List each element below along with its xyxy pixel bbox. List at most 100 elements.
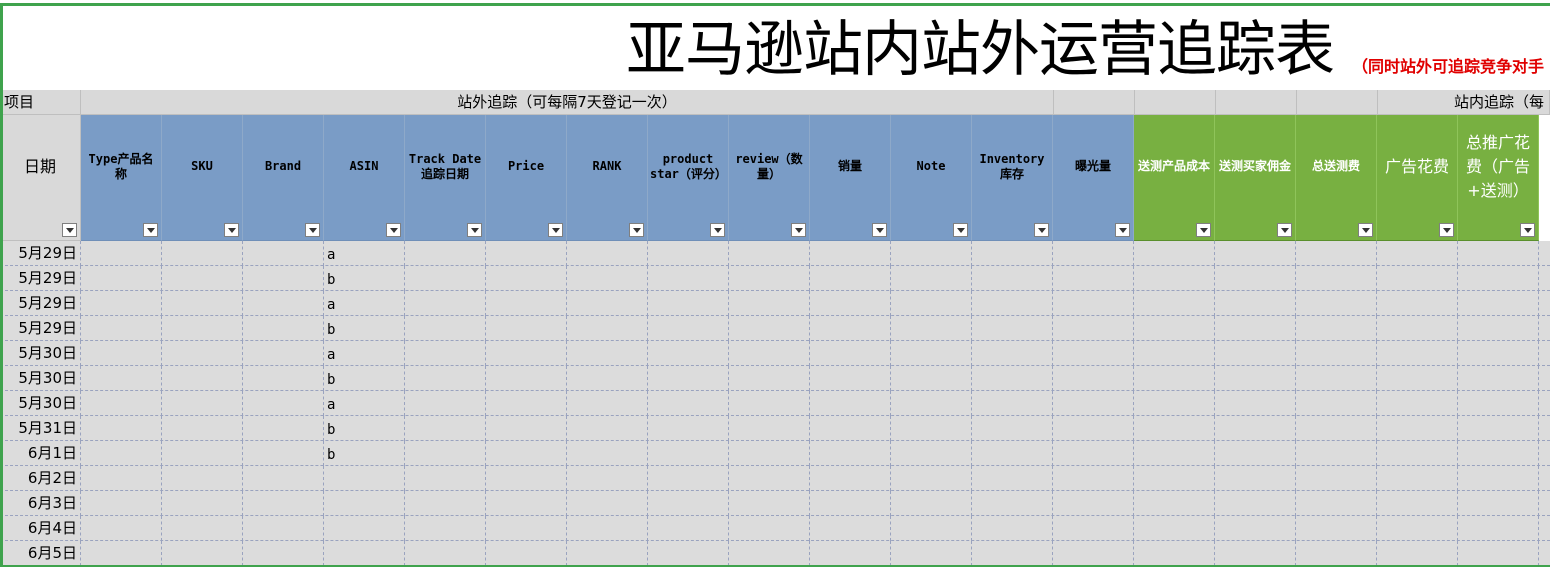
empty-cell[interactable] [405, 491, 486, 516]
empty-cell[interactable] [486, 366, 567, 391]
empty-cell[interactable] [405, 516, 486, 541]
empty-cell[interactable] [1296, 541, 1377, 566]
empty-cell[interactable] [729, 266, 810, 291]
empty-cell[interactable] [1296, 266, 1377, 291]
empty-cell[interactable] [567, 391, 648, 416]
asin-cell[interactable]: a [324, 241, 405, 266]
empty-cell[interactable] [81, 266, 162, 291]
filter-dropdown-icon[interactable] [548, 223, 563, 237]
empty-cell[interactable] [81, 516, 162, 541]
empty-cell[interactable] [1134, 491, 1215, 516]
empty-cell[interactable] [891, 441, 972, 466]
asin-cell[interactable]: b [324, 316, 405, 341]
empty-cell[interactable] [1053, 516, 1134, 541]
section-header-cell[interactable] [1135, 90, 1216, 115]
empty-cell[interactable] [1053, 491, 1134, 516]
empty-cell[interactable] [1377, 391, 1458, 416]
empty-cell[interactable] [243, 491, 324, 516]
empty-cell[interactable] [486, 316, 567, 341]
empty-cell[interactable] [972, 491, 1053, 516]
empty-cell[interactable] [162, 441, 243, 466]
empty-cell[interactable] [648, 291, 729, 316]
empty-cell[interactable] [1215, 266, 1296, 291]
empty-cell[interactable] [1215, 316, 1296, 341]
empty-cell[interactable] [162, 416, 243, 441]
column-header[interactable]: 日期 [0, 115, 81, 241]
empty-cell[interactable] [1134, 291, 1215, 316]
empty-cell[interactable] [810, 516, 891, 541]
section-header-cell[interactable] [1054, 90, 1135, 115]
empty-cell[interactable] [648, 516, 729, 541]
empty-cell[interactable] [1539, 316, 1550, 341]
empty-cell[interactable] [1296, 441, 1377, 466]
empty-cell[interactable] [486, 541, 567, 566]
empty-cell[interactable] [1053, 341, 1134, 366]
empty-cell[interactable] [243, 291, 324, 316]
empty-cell[interactable] [972, 416, 1053, 441]
filter-dropdown-icon[interactable] [953, 223, 968, 237]
empty-cell[interactable] [162, 391, 243, 416]
empty-cell[interactable] [972, 541, 1053, 566]
empty-cell[interactable] [1215, 541, 1296, 566]
empty-cell[interactable] [1296, 466, 1377, 491]
empty-cell[interactable] [1539, 441, 1550, 466]
date-cell[interactable]: 5月30日 [0, 366, 81, 391]
filter-dropdown-icon[interactable] [386, 223, 401, 237]
empty-cell[interactable] [972, 516, 1053, 541]
empty-cell[interactable] [81, 291, 162, 316]
date-cell[interactable]: 6月3日 [0, 491, 81, 516]
empty-cell[interactable] [1134, 541, 1215, 566]
empty-cell[interactable] [1539, 341, 1550, 366]
empty-cell[interactable] [810, 341, 891, 366]
empty-cell[interactable] [1458, 466, 1539, 491]
empty-cell[interactable] [972, 341, 1053, 366]
empty-cell[interactable] [243, 241, 324, 266]
empty-cell[interactable] [81, 441, 162, 466]
empty-cell[interactable] [1053, 391, 1134, 416]
empty-cell[interactable] [810, 316, 891, 341]
empty-cell[interactable] [162, 491, 243, 516]
empty-cell[interactable] [1539, 266, 1550, 291]
empty-cell[interactable] [486, 241, 567, 266]
empty-cell[interactable] [567, 516, 648, 541]
empty-cell[interactable] [567, 291, 648, 316]
empty-cell[interactable] [1377, 466, 1458, 491]
column-header[interactable]: 曝光量 [1053, 115, 1134, 241]
empty-cell[interactable] [810, 541, 891, 566]
empty-cell[interactable] [648, 416, 729, 441]
asin-cell[interactable]: a [324, 341, 405, 366]
empty-cell[interactable] [1458, 541, 1539, 566]
empty-cell[interactable] [1458, 266, 1539, 291]
empty-cell[interactable] [1377, 441, 1458, 466]
empty-cell[interactable] [162, 516, 243, 541]
empty-cell[interactable] [405, 366, 486, 391]
empty-cell[interactable] [648, 266, 729, 291]
asin-cell[interactable] [324, 516, 405, 541]
empty-cell[interactable] [729, 341, 810, 366]
empty-cell[interactable] [405, 241, 486, 266]
empty-cell[interactable] [1053, 541, 1134, 566]
empty-cell[interactable] [162, 291, 243, 316]
empty-cell[interactable] [1215, 241, 1296, 266]
empty-cell[interactable] [648, 541, 729, 566]
filter-dropdown-icon[interactable] [1034, 223, 1049, 237]
filter-dropdown-icon[interactable] [305, 223, 320, 237]
filter-dropdown-icon[interactable] [143, 223, 158, 237]
empty-cell[interactable] [729, 291, 810, 316]
column-header[interactable]: Note [891, 115, 972, 241]
empty-cell[interactable] [972, 266, 1053, 291]
empty-cell[interactable] [972, 316, 1053, 341]
date-cell[interactable]: 6月5日 [0, 541, 81, 566]
empty-cell[interactable] [891, 516, 972, 541]
filter-dropdown-icon[interactable] [224, 223, 239, 237]
empty-cell[interactable] [648, 316, 729, 341]
empty-cell[interactable] [1377, 341, 1458, 366]
empty-cell[interactable] [1053, 316, 1134, 341]
empty-cell[interactable] [1053, 266, 1134, 291]
empty-cell[interactable] [1377, 541, 1458, 566]
empty-cell[interactable] [1134, 416, 1215, 441]
empty-cell[interactable] [405, 466, 486, 491]
asin-cell[interactable]: b [324, 441, 405, 466]
empty-cell[interactable] [486, 341, 567, 366]
column-header[interactable]: ASIN [324, 115, 405, 241]
